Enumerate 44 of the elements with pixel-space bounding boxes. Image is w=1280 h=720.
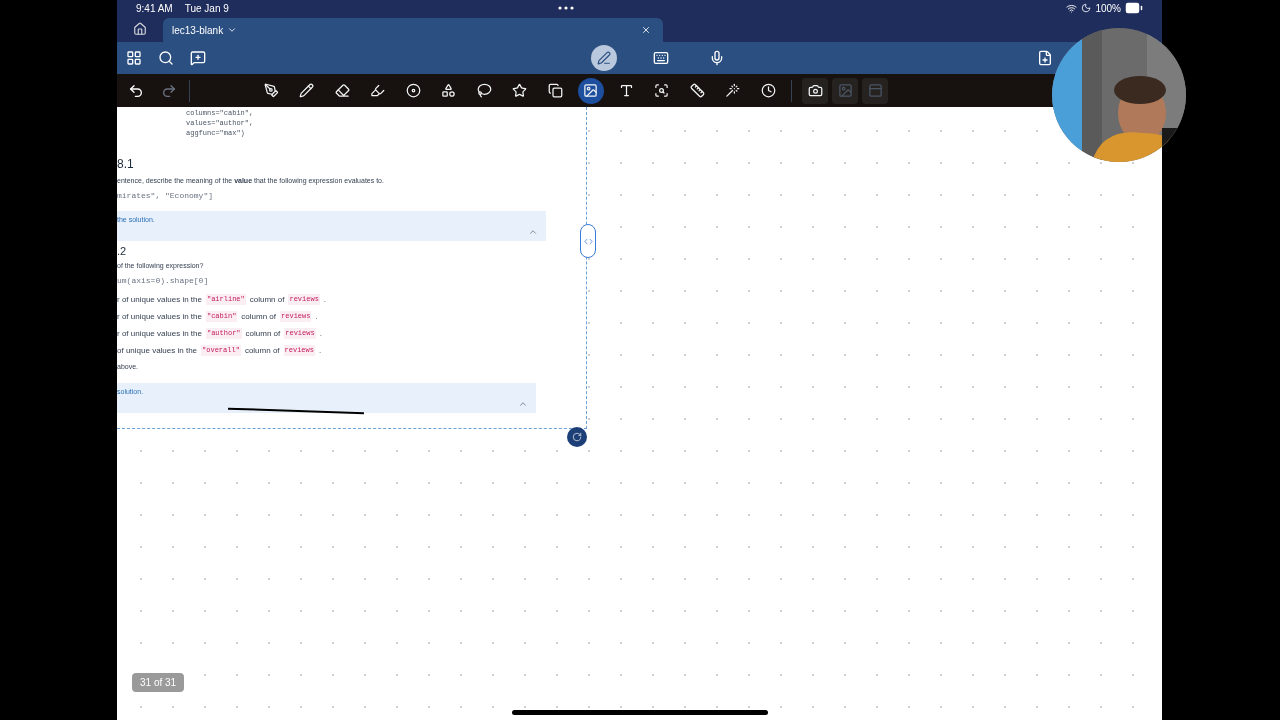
document-tab[interactable]: lec13-blank xyxy=(163,18,663,42)
microphone-icon[interactable] xyxy=(709,50,725,66)
option-text: . xyxy=(318,344,322,357)
option-text: . xyxy=(323,293,327,306)
option-text: . xyxy=(315,310,318,323)
question-heading: .2 xyxy=(117,243,128,259)
option-text: of unique values in the xyxy=(117,344,198,357)
redo-icon[interactable] xyxy=(161,82,177,99)
pen-icon xyxy=(597,51,611,65)
chevron-up-icon xyxy=(518,399,528,409)
status-time: 9:41 AM xyxy=(136,1,173,16)
chevron-down-icon[interactable] xyxy=(227,25,238,35)
chat-icon[interactable] xyxy=(190,50,206,66)
image-tool-icon[interactable] xyxy=(577,77,604,104)
undo-icon[interactable] xyxy=(128,82,144,99)
battery-text: 100% xyxy=(1095,1,1121,16)
code-line: mirates", "Economy"] xyxy=(117,189,214,202)
home-icon[interactable] xyxy=(133,22,147,36)
status-date: Tue Jan 9 xyxy=(184,1,229,16)
grid-icon[interactable] xyxy=(126,50,142,66)
option-text: column of xyxy=(244,344,280,357)
close-icon[interactable] xyxy=(641,25,651,35)
resize-handle[interactable] xyxy=(580,224,596,258)
search-icon[interactable] xyxy=(158,50,174,66)
option-text: column of xyxy=(249,293,285,306)
question-heading: 8.1 xyxy=(117,156,135,173)
handwriting-button[interactable] xyxy=(591,45,617,71)
page-counter: 31 of 31 xyxy=(132,673,185,692)
rotate-icon xyxy=(572,432,582,442)
rotate-handle[interactable] xyxy=(567,427,587,447)
camera-icon[interactable] xyxy=(802,77,828,104)
option-text: r of unique values in the xyxy=(117,327,202,340)
option-text: column of xyxy=(241,310,277,323)
add-page-icon[interactable] xyxy=(1037,50,1053,66)
option-text: . xyxy=(319,327,322,340)
keyboard-icon[interactable] xyxy=(653,50,669,66)
code-line: um(axis=0).shape[0] xyxy=(117,274,210,287)
moon-icon xyxy=(1081,3,1092,13)
wifi-icon xyxy=(1066,2,1078,14)
code-icon xyxy=(583,236,593,246)
option-text: r of unique values in the xyxy=(117,310,202,323)
option-text: column of xyxy=(245,327,281,340)
more-icon[interactable] xyxy=(558,6,575,10)
option-text: r of unique values in the xyxy=(117,293,202,306)
